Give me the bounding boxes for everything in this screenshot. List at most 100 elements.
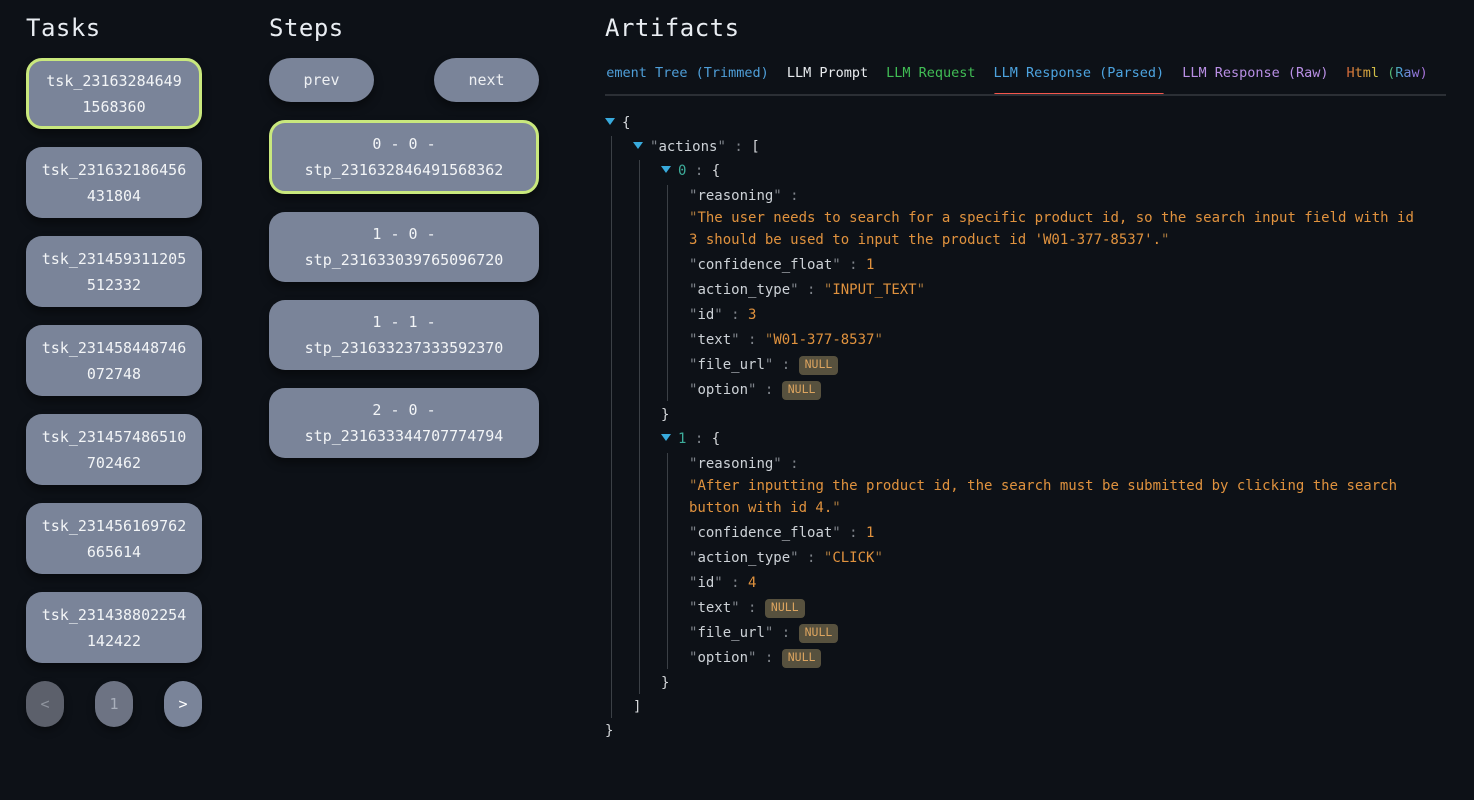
tasks-panel: Tasks tsk_231632846491568360 tsk_23163218… [26, 0, 202, 800]
step-button[interactable]: 2 - 0 - stp_231633344707774794 [269, 388, 539, 458]
json-children: "actions" : [0 : { "reasoning" : "The use… [611, 136, 1430, 718]
step-nav: prev next [269, 58, 539, 102]
json-key: id [697, 575, 714, 591]
json-tree-row: ] [633, 696, 1430, 718]
task-button[interactable]: tsk_231438802254142422 [26, 592, 202, 663]
json-value-string: "The user needs to search for a specific… [689, 207, 1430, 251]
json-value-number: 1 [866, 525, 874, 541]
task-button[interactable]: tsk_231632846491568360 [26, 58, 202, 129]
collapse-icon[interactable] [661, 434, 671, 441]
task-button[interactable]: tsk_231456169762665614 [26, 503, 202, 574]
json-tree-row: 0 : { [661, 160, 1430, 182]
json-node: 0 : { "reasoning" : "The user needs to se… [661, 160, 1430, 426]
json-tree-row: } [661, 672, 1430, 694]
json-key: file_url [697, 625, 764, 641]
json-property-row: "action_type" : "CLICK" [689, 547, 1430, 569]
null-badge: NULL [782, 381, 822, 400]
json-value-number: 4 [748, 575, 756, 591]
json-key: confidence_float [697, 525, 832, 541]
json-value-string: "After inputting the product id, the sea… [689, 475, 1430, 519]
json-node: 1 : { "reasoning" : "After inputting the … [661, 428, 1430, 694]
task-button[interactable]: tsk_231458448746072748 [26, 325, 202, 396]
json-key: text [697, 332, 731, 348]
json-key: option [697, 650, 748, 666]
task-button[interactable]: tsk_231457486510702462 [26, 414, 202, 485]
json-property-row: "text" : NULL [689, 597, 1430, 619]
json-property-row: "reasoning" : [689, 185, 1430, 207]
json-tree-row: 1 : { [661, 428, 1430, 450]
json-tree-row: { [605, 112, 1430, 134]
json-children: "reasoning" : "The user needs to search … [667, 185, 1430, 401]
prev-page-button[interactable]: < [26, 681, 64, 727]
json-value-string: CLICK [832, 550, 874, 566]
json-children: "reasoning" : "After inputting the produ… [667, 453, 1430, 669]
tab-element-tree-trimmed[interactable]: Element Tree (Trimmed) [605, 65, 769, 94]
json-key: confidence_float [697, 257, 832, 273]
tasks-pagination: < 1 > [26, 681, 202, 727]
tab-llm-prompt[interactable]: LLM Prompt [787, 65, 868, 94]
json-tree-viewer: {"actions" : [0 : { "reasoning" : "The us… [605, 112, 1446, 742]
task-button[interactable]: tsk_231459311205512332 [26, 236, 202, 307]
json-key: id [697, 307, 714, 323]
json-key: actions [658, 139, 717, 155]
json-key: text [697, 600, 731, 616]
json-node: {"actions" : [0 : { "reasoning" : "The us… [605, 112, 1430, 742]
step-button[interactable]: 0 - 0 - stp_231632846491568362 [269, 120, 539, 194]
json-property-row: "confidence_float" : 1 [689, 254, 1430, 276]
json-property: "reasoning" : "After inputting the produ… [689, 453, 1430, 519]
json-property-row: "option" : NULL [689, 647, 1430, 669]
json-property-row: "confidence_float" : 1 [689, 522, 1430, 544]
steps-panel: Steps prev next 0 - 0 - stp_231632846491… [269, 0, 539, 800]
app-root: Tasks tsk_231632846491568360 tsk_23163218… [0, 0, 1474, 800]
steps-title: Steps [269, 14, 539, 42]
json-children: 0 : { "reasoning" : "The user needs to se… [639, 160, 1430, 694]
null-badge: NULL [799, 624, 839, 643]
step-button[interactable]: 1 - 0 - stp_231633039765096720 [269, 212, 539, 282]
page-number-button[interactable]: 1 [95, 681, 133, 727]
step-button[interactable]: 1 - 1 - stp_231633237333592370 [269, 300, 539, 370]
json-property-row: "text" : "W01-377-8537" [689, 329, 1430, 351]
json-key: action_type [697, 282, 790, 298]
json-property-row: "file_url" : NULL [689, 354, 1430, 376]
json-value-number: 3 [748, 307, 756, 323]
null-badge: NULL [782, 649, 822, 668]
artifact-tabs: Element Tree (Trimmed) LLM Prompt LLM Requ… [605, 65, 1446, 96]
task-button[interactable]: tsk_231632186456431804 [26, 147, 202, 218]
null-badge: NULL [799, 356, 839, 375]
json-property-row: "reasoning" : [689, 453, 1430, 475]
tab-html-raw[interactable]: Html (Raw) [1347, 65, 1428, 94]
json-key: reasoning [697, 188, 773, 204]
json-node: "actions" : [0 : { "reasoning" : "The use… [633, 136, 1430, 718]
json-property-row: "action_type" : "INPUT_TEXT" [689, 279, 1430, 301]
json-tree-row: } [605, 720, 1430, 742]
tab-llm-response-raw[interactable]: LLM Response (Raw) [1182, 65, 1328, 94]
collapse-icon[interactable] [605, 118, 615, 125]
json-property-row: "file_url" : NULL [689, 622, 1430, 644]
json-key: action_type [697, 550, 790, 566]
json-property-row: "id" : 4 [689, 572, 1430, 594]
next-page-button[interactable]: > [164, 681, 202, 727]
json-property-row: "id" : 3 [689, 304, 1430, 326]
json-tree-row: } [661, 404, 1430, 426]
collapse-icon[interactable] [661, 166, 671, 173]
json-property: "reasoning" : "The user needs to search … [689, 185, 1430, 251]
tasks-title: Tasks [26, 14, 202, 42]
collapse-icon[interactable] [633, 142, 643, 149]
json-tree-row: "actions" : [ [633, 136, 1430, 158]
json-value-string: W01-377-8537 [773, 332, 874, 348]
json-property-row: "option" : NULL [689, 379, 1430, 401]
json-key: file_url [697, 357, 764, 373]
json-value-string: INPUT_TEXT [832, 282, 916, 298]
artifacts-title: Artifacts [605, 14, 1446, 42]
null-badge: NULL [765, 599, 805, 618]
next-step-button[interactable]: next [434, 58, 539, 102]
json-key: option [697, 382, 748, 398]
prev-step-button[interactable]: prev [269, 58, 374, 102]
step-list: 0 - 0 - stp_231632846491568362 1 - 0 - st… [269, 120, 539, 458]
task-list: tsk_231632846491568360 tsk_23163218645643… [26, 58, 202, 663]
json-value-number: 1 [866, 257, 874, 273]
artifacts-panel: Artifacts Element Tree (Trimmed) LLM Prom… [605, 0, 1446, 800]
tab-llm-request[interactable]: LLM Request [886, 65, 975, 94]
json-key: reasoning [697, 456, 773, 472]
tab-llm-response-parsed[interactable]: LLM Response (Parsed) [994, 65, 1165, 94]
